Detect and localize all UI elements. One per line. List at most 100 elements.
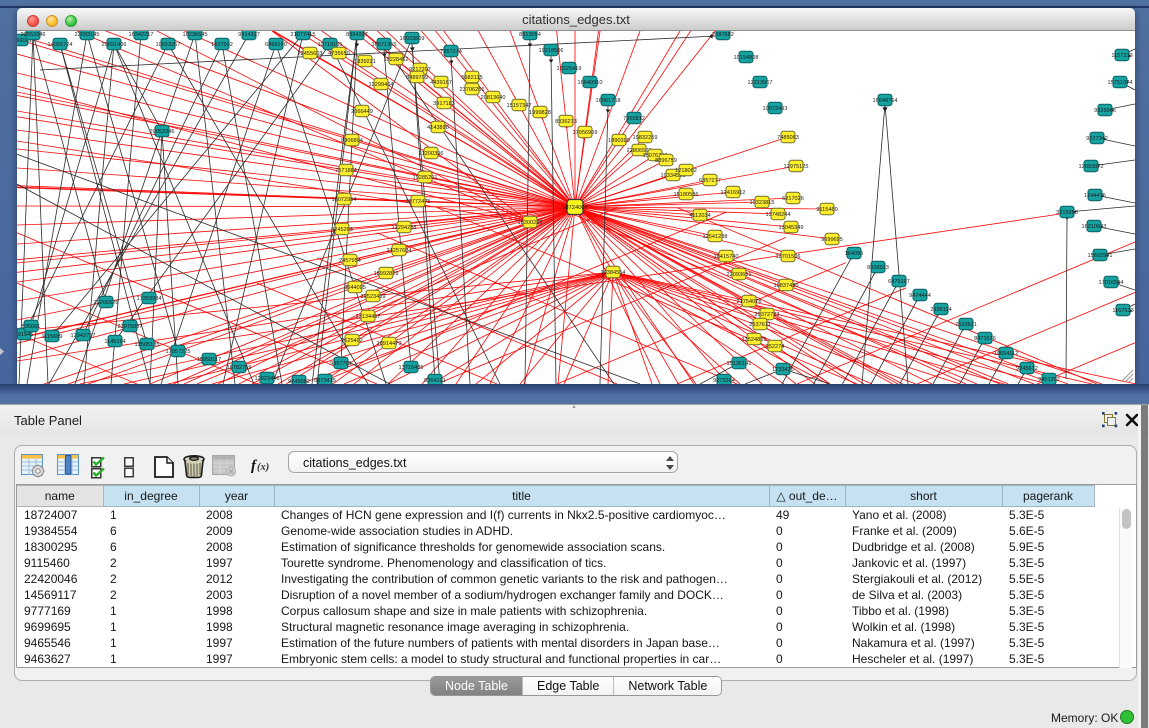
svg-text:1890399: 1890399: [608, 138, 630, 144]
svg-text:1999828: 1999828: [529, 110, 551, 116]
svg-text:4735650: 4735650: [328, 51, 350, 57]
svg-text:2457954: 2457954: [339, 258, 361, 264]
svg-text:2087682: 2087682: [712, 32, 734, 38]
svg-text:8806804: 8806804: [341, 138, 363, 144]
svg-text:17016504: 17016504: [1099, 280, 1124, 286]
svg-text:5682115: 5682115: [461, 75, 482, 81]
svg-text:23706266: 23706266: [460, 87, 485, 93]
svg-text:20691406: 20691406: [102, 42, 127, 48]
svg-text:7625402: 7625402: [341, 338, 363, 344]
svg-text:10837430: 10837430: [774, 283, 799, 289]
svg-text:10958117: 10958117: [197, 357, 221, 363]
svg-text:8336273: 8336273: [555, 119, 577, 125]
svg-text:21200396: 21200396: [419, 151, 444, 157]
svg-text:19218506: 19218506: [539, 48, 564, 54]
svg-text:3644095: 3644095: [344, 285, 366, 291]
svg-text:10323815: 10323815: [750, 200, 775, 206]
svg-text:12093872: 12093872: [1079, 164, 1104, 170]
svg-text:1145194: 1145194: [104, 339, 125, 345]
svg-text:13134457: 13134457: [356, 314, 381, 320]
svg-text:2935114: 2935114: [930, 307, 951, 313]
svg-text:164095: 164095: [845, 251, 864, 257]
svg-text:9474444: 9474444: [909, 293, 931, 299]
svg-text:4143890: 4143890: [427, 125, 449, 131]
svg-text:15136141: 15136141: [727, 361, 752, 367]
svg-text:16782759: 16782759: [227, 365, 252, 371]
svg-text:16648764: 16648764: [873, 98, 898, 104]
svg-text:20206526: 20206526: [94, 300, 119, 306]
svg-text:18992829: 18992829: [374, 271, 399, 277]
svg-text:4439167: 4439167: [430, 80, 452, 86]
svg-text:9857791: 9857791: [330, 361, 352, 367]
svg-text:16961758: 16961758: [596, 98, 621, 104]
svg-text:15157347: 15157347: [507, 103, 532, 109]
svg-text:2066449: 2066449: [351, 109, 373, 115]
svg-text:12294238: 12294238: [392, 225, 417, 231]
svg-text:21257684: 21257684: [387, 248, 412, 254]
svg-text:16640910: 16640910: [578, 80, 603, 86]
svg-text:7632621: 7632621: [955, 322, 977, 328]
svg-text:19285201: 19285201: [413, 175, 438, 181]
svg-text:16914479: 16914479: [377, 341, 402, 347]
svg-text:9227342: 9227342: [1086, 136, 1108, 142]
svg-text:23975887: 23975887: [118, 324, 143, 330]
svg-text:9115460: 9115460: [816, 207, 837, 213]
svg-text:1115689: 1115689: [42, 334, 63, 340]
svg-text:20772475: 20772475: [406, 199, 431, 205]
svg-text:16033809: 16033809: [400, 36, 425, 42]
svg-text:18724007: 18724007: [562, 205, 588, 211]
svg-text:13701506: 13701506: [776, 254, 801, 260]
svg-text:13748244: 13748244: [766, 212, 791, 218]
svg-text:20813640: 20813640: [481, 95, 506, 101]
svg-text:1733426: 1733426: [772, 367, 794, 373]
svg-text:8396759: 8396759: [655, 158, 677, 164]
svg-text:1527602: 1527602: [211, 42, 233, 48]
svg-text:9451202: 9451202: [1038, 377, 1060, 383]
svg-text:17956909: 17956909: [573, 130, 598, 136]
svg-text:19523409: 19523409: [361, 294, 386, 300]
svg-text:18236645: 18236645: [183, 32, 208, 38]
svg-text:1157213: 1157213: [1111, 53, 1132, 59]
svg-text:21754078: 21754078: [737, 299, 762, 305]
svg-text:15180586: 15180586: [674, 192, 699, 198]
svg-text:6466160: 6466160: [265, 42, 287, 48]
svg-text:9245612: 9245612: [1016, 366, 1038, 372]
svg-text:22093145: 22093145: [75, 32, 100, 38]
svg-text:13325419: 13325419: [557, 66, 582, 72]
svg-text:22093651: 22093651: [727, 272, 752, 278]
svg-text:15751074: 15751074: [1108, 80, 1133, 86]
svg-text:20053346: 20053346: [150, 129, 175, 135]
svg-text:12213967: 12213967: [748, 80, 773, 86]
svg-text:14055724: 14055724: [48, 42, 73, 48]
svg-text:3917183: 3917183: [433, 101, 455, 107]
svg-text:16342217: 16342217: [129, 32, 154, 38]
svg-text:10973493: 10973493: [763, 106, 788, 112]
svg-text:6357277: 6357277: [699, 178, 721, 184]
svg-text:16072954: 16072954: [332, 197, 357, 203]
svg-text:1244415: 1244415: [1084, 193, 1106, 199]
svg-text:391546: 391546: [17, 332, 33, 338]
svg-text:(x): (x): [257, 462, 269, 473]
svg-text:22455603: 22455603: [298, 51, 323, 57]
svg-text:13045349: 13045349: [779, 225, 804, 231]
svg-text:9914327: 9914327: [238, 32, 260, 38]
svg-text:19299464: 19299464: [369, 82, 394, 88]
svg-text:1839221: 1839221: [354, 59, 376, 65]
svg-text:21077415: 21077415: [291, 32, 316, 38]
svg-text:19384554: 19384554: [601, 270, 626, 276]
svg-text:19832259: 19832259: [633, 135, 658, 141]
svg-text:6479197: 6479197: [888, 279, 910, 285]
svg-text:7955812: 7955812: [623, 116, 645, 122]
svg-text:16210643: 16210643: [1082, 224, 1107, 230]
svg-text:9329966: 9329966: [1094, 108, 1116, 114]
svg-text:16671355: 16671355: [372, 42, 397, 48]
svg-text:8471676: 8471676: [974, 336, 996, 342]
svg-text:10228452: 10228452: [384, 57, 409, 63]
svg-text:4245263: 4245263: [331, 227, 353, 233]
svg-text:20372723: 20372723: [755, 312, 780, 318]
svg-text:252274: 252274: [766, 344, 785, 350]
svg-text:17353934: 17353934: [137, 296, 162, 302]
svg-text:10654112: 10654112: [994, 351, 1018, 357]
svg-text:9699695: 9699695: [821, 237, 843, 243]
svg-text:7671884: 7671884: [335, 168, 357, 174]
